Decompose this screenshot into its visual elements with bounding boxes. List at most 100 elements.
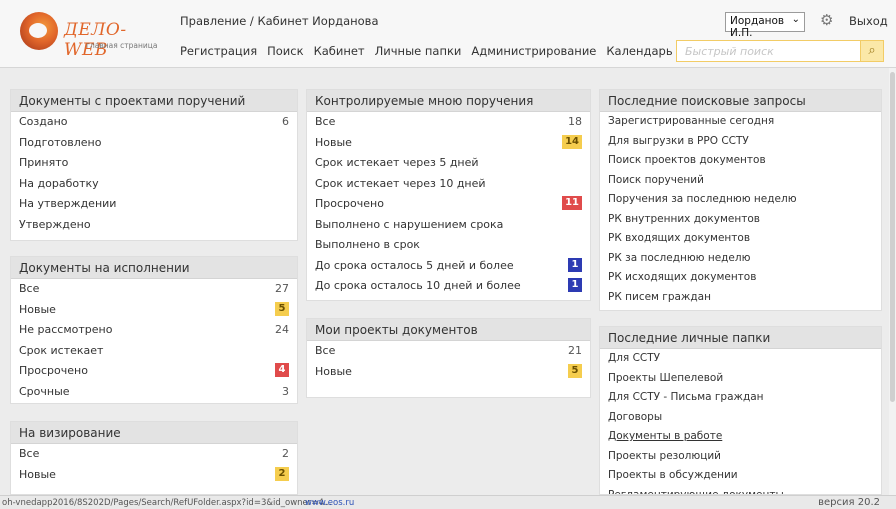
count-badge: 5	[568, 363, 582, 378]
folder-link[interactable]: Документы в работе	[600, 427, 881, 447]
list-item[interactable]: Новые 5	[11, 300, 297, 321]
list-item[interactable]: Не рассмотрено 24	[11, 320, 297, 341]
list-item[interactable]: Выполнено с нарушением срока	[307, 215, 590, 236]
panel-title: Последние поисковые запросы	[600, 90, 881, 112]
search-query-link[interactable]: РК писем граждан	[600, 288, 881, 308]
logo-text: ДЕЛО-WEB	[64, 20, 127, 60]
search-input[interactable]: Быстрый поиск	[685, 45, 774, 58]
folder-link[interactable]: Проекты Шепелевой	[600, 369, 881, 389]
panel-recent-folders: Последние личные папки Для ССТУ Проекты …	[599, 326, 882, 495]
nav-cabinet[interactable]: Кабинет	[314, 44, 365, 58]
row-label: Подготовлено	[19, 135, 102, 149]
list-item[interactable]: Выполнено в срок	[307, 235, 590, 256]
count-badge: 4	[275, 363, 289, 377]
count-badge: 14	[562, 134, 582, 149]
list-item[interactable]: Все 18	[307, 112, 590, 133]
search-query-link[interactable]: РК внутренних документов	[600, 210, 881, 230]
search-icon[interactable]: ⌕	[860, 40, 884, 62]
panel-title: Документы на исполнении	[11, 257, 297, 279]
row-label: Все	[19, 447, 40, 460]
folder-link[interactable]: Для ССТУ	[600, 349, 881, 369]
list-item[interactable]: Новые 5	[307, 362, 590, 383]
row-count: 3	[282, 384, 289, 398]
row-label: Выполнено в срок	[315, 238, 420, 251]
nav-personal-folders[interactable]: Личные папки	[375, 44, 462, 58]
search-query-link[interactable]: Поручения за последнюю неделю	[600, 190, 881, 210]
panel-title: На визирование	[11, 422, 297, 444]
row-label: Новые	[19, 467, 56, 481]
row-count: 21	[568, 344, 582, 357]
folder-link[interactable]: Регламентирующие документы	[600, 486, 881, 495]
nav-administration[interactable]: Администрирование	[471, 44, 596, 58]
nav-registration[interactable]: Регистрация	[180, 44, 257, 58]
count-badge: 2	[275, 466, 289, 481]
row-label: Не рассмотрено	[19, 323, 113, 336]
search-query-link[interactable]: РК исходящих документов	[600, 268, 881, 288]
list-item[interactable]: На доработку	[11, 174, 297, 195]
folder-link[interactable]: Проекты резолюций	[600, 447, 881, 467]
version-label: версия 20.2	[818, 497, 880, 508]
list-item[interactable]: Срок истекает	[11, 341, 297, 362]
list-item[interactable]: Принято	[11, 153, 297, 174]
list-item[interactable]: До срока осталось 10 дней и более 1	[307, 276, 590, 297]
count-badge: 1	[568, 278, 582, 292]
list-item[interactable]: Срок истекает через 5 дней	[307, 153, 590, 174]
list-item[interactable]: Просрочено 11	[307, 194, 590, 215]
row-label: Утверждено	[19, 217, 91, 231]
row-count: 18	[568, 115, 582, 128]
gear-icon[interactable]: ⚙	[820, 11, 833, 29]
row-count: 2	[282, 447, 289, 460]
panel-title: Контролируемые мною поручения	[307, 90, 590, 112]
list-item[interactable]: Новые 2	[11, 465, 297, 486]
row-label: До срока осталось 5 дней и более	[315, 258, 514, 272]
logo[interactable]: ДЕЛО-WEB главная страница	[14, 10, 164, 60]
list-item[interactable]: Срок истекает через 10 дней	[307, 174, 590, 195]
nav-search[interactable]: Поиск	[267, 44, 303, 58]
row-label: Срок истекает через 10 дней	[315, 176, 486, 190]
scrollbar-thumb[interactable]	[890, 72, 895, 402]
folder-link[interactable]: Проекты в обсуждении	[600, 466, 881, 486]
nav-calendar[interactable]: Календарь	[606, 44, 672, 58]
search-query-link[interactable]: Для выгрузки в РРО ССТУ	[600, 132, 881, 152]
search-query-link[interactable]: Поиск проектов документов	[600, 151, 881, 171]
vertical-scrollbar[interactable]	[889, 68, 896, 495]
row-label: Выполнено с нарушением срока	[315, 217, 504, 231]
search-query-link[interactable]: Поиск поручений	[600, 171, 881, 191]
row-label: Все	[315, 344, 336, 357]
panel-projects-orders: Документы с проектами поручений Создано 6…	[10, 89, 298, 241]
panel-controlled-orders: Контролируемые мною поручения Все 18 Новы…	[306, 89, 591, 301]
list-item[interactable]: Создано 6	[11, 112, 297, 133]
folder-link[interactable]: Договоры	[600, 408, 881, 428]
row-label: Срок истекает через 5 дней	[315, 156, 479, 169]
search-query-link[interactable]: Зарегистрированные сегодня	[600, 112, 881, 132]
row-label: Новые	[315, 135, 352, 149]
row-count: 6	[282, 115, 289, 128]
list-item[interactable]: Новые 14	[307, 133, 590, 154]
panel-recent-searches: Последние поисковые запросы Зарегистриро…	[599, 89, 882, 311]
chevron-down-icon: ⌄	[791, 14, 800, 25]
list-item[interactable]: Все 21	[307, 341, 590, 362]
count-badge: 5	[275, 301, 289, 316]
list-item[interactable]: На утверждении	[11, 194, 297, 215]
row-count: 24	[275, 323, 289, 336]
list-item[interactable]: Утверждено	[11, 215, 297, 236]
panel-title: Последние личные папки	[600, 327, 881, 349]
list-item[interactable]: Срочные 3	[11, 382, 297, 403]
eos-link[interactable]: www.eos.ru	[305, 498, 354, 508]
list-item[interactable]: Все 27	[11, 279, 297, 300]
quick-search[interactable]: Быстрый поиск ⌕	[676, 40, 884, 62]
list-item[interactable]: Просрочено 4	[11, 361, 297, 382]
row-label: Все	[315, 115, 336, 128]
panel-title: Документы с проектами поручений	[11, 90, 297, 112]
search-query-link[interactable]: РК за последнюю неделю	[600, 249, 881, 269]
row-label: Создано	[19, 115, 68, 128]
search-query-link[interactable]: РК входящих документов	[600, 229, 881, 249]
list-item[interactable]: Все 2	[11, 444, 297, 465]
list-item[interactable]: Подготовлено	[11, 133, 297, 154]
folder-link[interactable]: Для ССТУ - Письма граждан	[600, 388, 881, 408]
list-item[interactable]: До срока осталось 5 дней и более 1	[307, 256, 590, 277]
exit-link[interactable]: Выход	[849, 14, 888, 28]
row-label: Новые	[19, 302, 56, 316]
user-select[interactable]: Иорданов И.П. ⌄	[725, 12, 805, 39]
header: ДЕЛО-WEB главная страница Правление / Ка…	[0, 0, 896, 68]
